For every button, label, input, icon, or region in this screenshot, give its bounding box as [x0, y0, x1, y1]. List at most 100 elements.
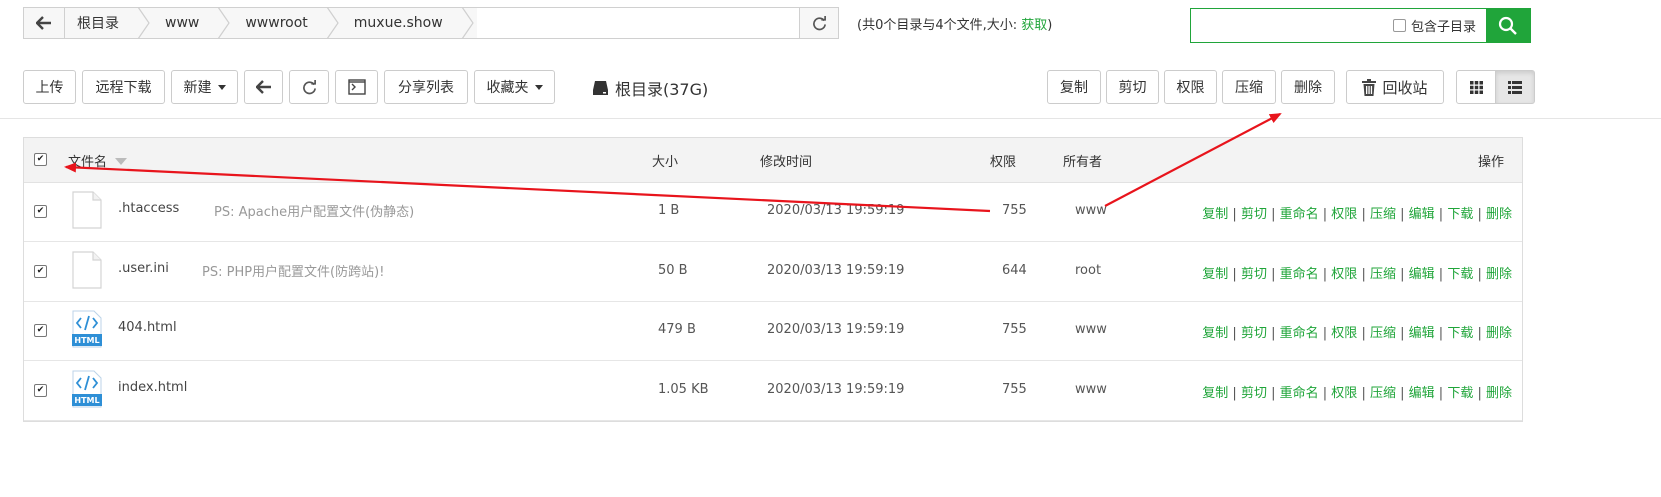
grid-view-button[interactable] — [1456, 70, 1496, 104]
row-op-7[interactable]: 删除 — [1486, 326, 1512, 341]
row-op-0[interactable]: 复制 — [1202, 267, 1228, 282]
back-button[interactable] — [244, 70, 283, 104]
copy-label: 复制 — [1060, 80, 1088, 96]
row-op-1[interactable]: 剪切 — [1241, 386, 1267, 401]
header-size[interactable]: 大小 — [652, 151, 678, 170]
file-permission[interactable]: 644 — [1002, 263, 1027, 278]
remote-download-button[interactable]: 远程下载 — [82, 70, 165, 104]
file-name[interactable]: .user.ini — [118, 261, 169, 276]
row-op-4[interactable]: 压缩 — [1370, 267, 1396, 282]
trash-icon — [1362, 78, 1377, 96]
row-op-3[interactable]: 权限 — [1331, 386, 1357, 401]
breadcrumb-item-www[interactable]: www — [153, 8, 221, 38]
header-operations: 操作 — [1477, 155, 1504, 170]
row-checkbox[interactable]: ✔ — [34, 205, 47, 218]
file-note: PS: PHP用户配置文件(防跨站)! — [202, 264, 385, 280]
favorites-dropdown-button[interactable]: 收藏夹 — [474, 70, 555, 104]
select-all-checkbox[interactable]: ✔ — [34, 153, 47, 166]
breadcrumb-item-muxue[interactable]: muxue.show — [342, 8, 465, 38]
row-op-3[interactable]: 权限 — [1331, 267, 1357, 282]
row-op-1[interactable]: 剪切 — [1241, 267, 1267, 282]
row-op-4[interactable]: 压缩 — [1370, 386, 1396, 401]
breadcrumb-item-root[interactable]: 根目录 — [65, 8, 141, 38]
table-row[interactable]: ✔ .user.ini PS: PHP用户配置文件(防跨站)! 50 B 2020/03… — [24, 242, 1522, 302]
row-op-6[interactable]: 下载 — [1447, 386, 1473, 401]
row-operations: 复制 | 剪切 | 重命名 | 权限 | 压缩 | 编辑 | 下载 | 删除 — [1202, 322, 1512, 341]
list-view-button[interactable] — [1495, 70, 1535, 104]
op-separator: | — [1357, 326, 1370, 341]
file-name[interactable]: index.html — [118, 380, 187, 395]
row-op-5[interactable]: 编辑 — [1409, 207, 1435, 222]
file-name[interactable]: 404.html — [118, 320, 177, 335]
row-op-0[interactable]: 复制 — [1202, 207, 1228, 222]
row-checkbox[interactable]: ✔ — [34, 324, 47, 337]
compress-button[interactable]: 压缩 — [1222, 70, 1276, 104]
row-op-2[interactable]: 重命名 — [1280, 326, 1319, 341]
upload-button[interactable]: 上传 — [23, 70, 76, 104]
summary-close: ) — [1047, 18, 1053, 33]
search-button[interactable] — [1486, 9, 1530, 42]
refresh-icon[interactable] — [799, 8, 838, 38]
breadcrumb-item-wwwroot[interactable]: wwwroot — [233, 8, 329, 38]
row-op-0[interactable]: 复制 — [1202, 326, 1228, 341]
caret-down-icon — [217, 84, 226, 90]
row-checkbox[interactable]: ✔ — [34, 264, 47, 278]
breadcrumb-label: www — [165, 15, 200, 31]
file-permission[interactable]: 755 — [1002, 203, 1027, 218]
row-op-0[interactable]: 复制 — [1202, 386, 1228, 401]
row-op-1[interactable]: 剪切 — [1241, 326, 1267, 341]
op-separator: | — [1266, 385, 1280, 401]
file-permission[interactable]: 755 — [1002, 382, 1027, 397]
row-operations: 复制 | 剪切 | 重命名 | 权限 | 压缩 | 编辑 | 下载 | 删除 — [1202, 382, 1512, 401]
row-op-7[interactable]: 删除 — [1486, 386, 1512, 401]
op-separator: | — [1357, 385, 1370, 401]
new-dropdown-button[interactable]: 新建 — [171, 70, 238, 104]
get-size-link[interactable]: 获取 — [1021, 18, 1047, 33]
row-op-4[interactable]: 压缩 — [1370, 207, 1396, 222]
include-subdir-option[interactable]: 包含子目录 — [1392, 9, 1486, 42]
table-row[interactable]: ✔ .htaccess PS: Apache用户配置文件(伪静态) 1 B 2020/0… — [24, 182, 1522, 242]
row-op-1[interactable]: 剪切 — [1241, 207, 1267, 222]
refresh-button[interactable] — [289, 70, 329, 104]
row-op-6[interactable]: 下载 — [1447, 207, 1473, 222]
row-op-7[interactable]: 删除 — [1486, 267, 1512, 282]
file-permission[interactable]: 755 — [1002, 322, 1027, 337]
back-arrow-icon[interactable] — [24, 8, 65, 38]
row-op-3[interactable]: 权限 — [1331, 207, 1357, 222]
breadcrumb-path-input[interactable] — [476, 8, 799, 38]
row-op-4[interactable]: 压缩 — [1370, 326, 1396, 341]
search-icon — [1498, 16, 1517, 35]
row-checkbox[interactable]: ✔ — [34, 383, 47, 397]
table-row[interactable]: ✔ HTML index.html 1.05 KB 2020/03/13 19:59:1… — [24, 361, 1522, 421]
row-op-2[interactable]: 重命名 — [1280, 267, 1319, 282]
recycle-bin-button[interactable]: 回收站 — [1346, 70, 1444, 104]
file-size: 479 B — [658, 322, 696, 337]
include-subdir-label: 包含子目录 — [1410, 20, 1476, 35]
terminal-button[interactable] — [335, 70, 378, 104]
row-op-5[interactable]: 编辑 — [1409, 386, 1435, 401]
permission-button[interactable]: 权限 — [1164, 70, 1217, 104]
row-op-5[interactable]: 编辑 — [1409, 326, 1435, 341]
file-table: ✔ 文件名 大小 修改时间 权限 所有者 操作 ✔ .htaccess PS: Ap… — [23, 137, 1523, 422]
share-list-button[interactable]: 分享列表 — [384, 70, 468, 104]
header-owner: 所有者 — [1063, 155, 1103, 170]
row-op-6[interactable]: 下载 — [1447, 326, 1473, 341]
file-size: 1 B — [658, 203, 680, 218]
header-mtime[interactable]: 修改时间 — [760, 151, 812, 170]
cut-button[interactable]: 剪切 — [1106, 70, 1159, 104]
row-op-7[interactable]: 删除 — [1486, 207, 1512, 222]
row-op-6[interactable]: 下载 — [1447, 267, 1473, 282]
include-subdir-checkbox[interactable] — [1392, 19, 1406, 32]
copy-button[interactable]: 复制 — [1047, 70, 1101, 104]
delete-button[interactable]: 删除 — [1281, 70, 1335, 104]
row-op-5[interactable]: 编辑 — [1409, 267, 1435, 282]
file-owner: root — [1075, 262, 1102, 278]
search-input[interactable] — [1191, 9, 1393, 42]
header-filename[interactable]: 文件名 — [68, 151, 128, 170]
row-op-2[interactable]: 重命名 — [1280, 207, 1319, 222]
op-separator: | — [1395, 207, 1409, 222]
table-row[interactable]: ✔ HTML 404.html 479 B 2020/03/13 19:59:19 755… — [24, 301, 1522, 361]
row-op-2[interactable]: 重命名 — [1280, 386, 1319, 401]
file-name[interactable]: .htaccess — [118, 201, 179, 216]
row-op-3[interactable]: 权限 — [1331, 326, 1357, 341]
